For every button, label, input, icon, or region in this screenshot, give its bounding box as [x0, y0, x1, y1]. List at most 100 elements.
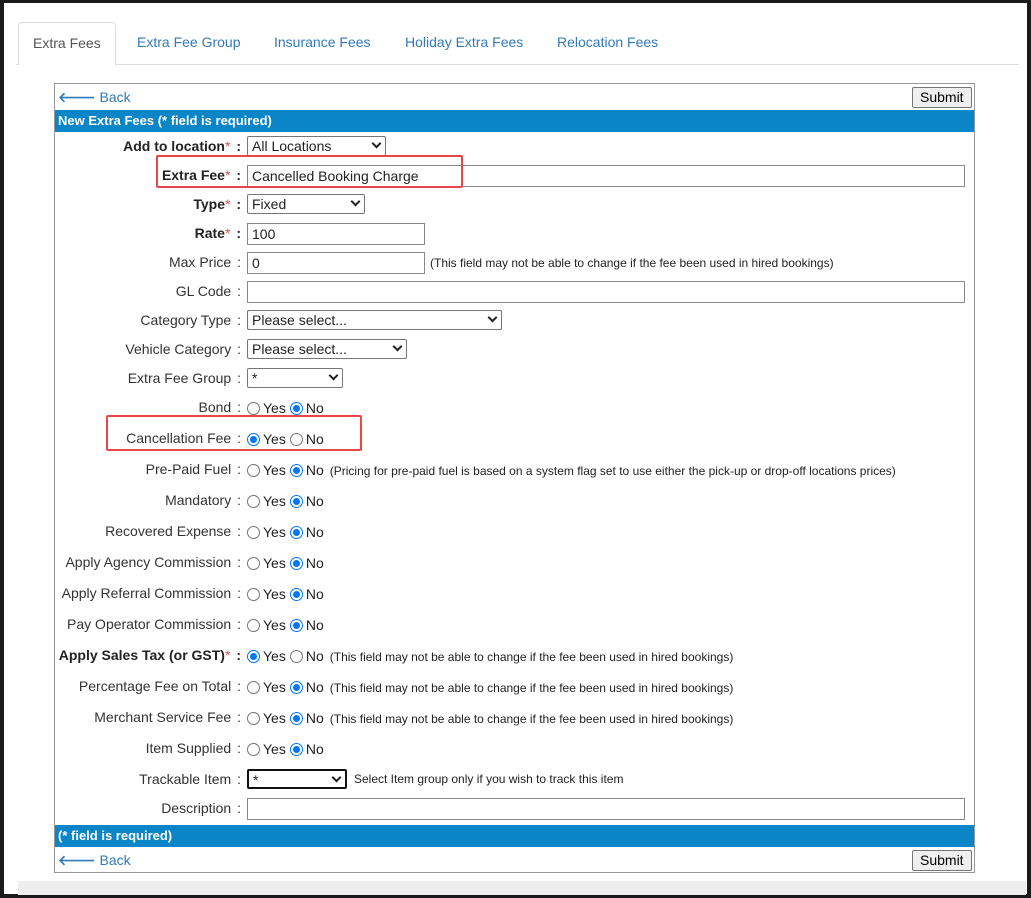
description-input[interactable] — [247, 798, 965, 820]
row-item-supplied: Item Supplied : Yes No — [55, 736, 974, 762]
apply-sales-tax-or-gst-no-radio[interactable] — [289, 650, 303, 663]
apply-sales-tax-or-gst-yes-radio[interactable] — [247, 650, 260, 663]
row-merchant-service-fee: Merchant Service Fee : Yes No (This field m… — [55, 705, 974, 731]
trackable-item-select[interactable]: * — [247, 769, 347, 789]
chevron-down-icon — [350, 196, 361, 207]
pre-paid-fuel-yes-radio[interactable] — [247, 464, 260, 477]
gl-code-input[interactable] — [247, 281, 965, 303]
row-rate: Rate* : — [55, 221, 974, 247]
row-apply-agency-commission: Apply Agency Commission : Yes No — [55, 550, 974, 576]
row-percentage-fee-on-total: Percentage Fee on Total : Yes No (This fiel… — [55, 674, 974, 700]
pre-paid-fuel-radio-group: Yes No (Pricing for pre-paid fuel is based… — [247, 462, 896, 478]
apply-agency-commission-yes-label: Yes — [263, 555, 286, 571]
item-supplied-label: Item Supplied : — [145, 740, 241, 756]
apply-referral-commission-yes-radio[interactable] — [247, 588, 260, 601]
tab-relocation-fees[interactable]: Relocation Fees — [553, 22, 662, 65]
chevron-down-icon — [328, 370, 339, 381]
row-pre-paid-fuel: Pre-Paid Fuel : Yes No (Pricing for pre-pai… — [55, 457, 974, 483]
tab-extra-fee-group[interactable]: Extra Fee Group — [133, 22, 245, 65]
apply-sales-tax-or-gst-note: (This field may not be able to change if… — [329, 650, 734, 664]
apply-agency-commission-no-radio[interactable] — [289, 557, 303, 570]
pre-paid-fuel-label: Pre-Paid Fuel : — [145, 461, 241, 477]
form-footer: (* field is required) — [55, 825, 974, 847]
pay-operator-commission-yes-radio[interactable] — [247, 619, 260, 632]
tab-extra-fees[interactable]: Extra Fees — [18, 22, 116, 66]
pre-paid-fuel-yes-label: Yes — [263, 462, 286, 478]
row-vehicle-category: Vehicle Category : Please select... — [55, 337, 974, 363]
highlight-cancellation-fee — [106, 415, 362, 451]
tab-insurance-fees[interactable]: Insurance Fees — [270, 22, 375, 65]
item-supplied-yes-radio[interactable] — [247, 743, 260, 756]
bond-yes-radio[interactable] — [247, 402, 260, 415]
percentage-fee-on-total-yes-label: Yes — [263, 679, 286, 695]
apply-sales-tax-or-gst-no-label: No — [305, 648, 324, 664]
max-price-note: (This field may not be able to change if… — [430, 256, 834, 270]
percentage-fee-on-total-note: (This field may not be able to change if… — [329, 681, 734, 695]
apply-referral-commission-no-radio[interactable] — [289, 588, 303, 601]
pay-operator-commission-no-radio[interactable] — [289, 619, 303, 632]
bottom-strip — [18, 881, 1026, 895]
gl-code-label: GL Code : — [175, 283, 241, 299]
recovered-expense-yes-radio[interactable] — [247, 526, 260, 539]
mandatory-no-radio[interactable] — [289, 495, 303, 508]
percentage-fee-on-total-no-radio[interactable] — [289, 681, 303, 694]
row-category-type: Category Type : Please select... — [55, 308, 974, 334]
row-recovered-expense: Recovered Expense : Yes No — [55, 519, 974, 545]
vehicle-category-select[interactable]: Please select... — [247, 339, 407, 359]
chevron-down-icon — [392, 341, 403, 352]
apply-agency-commission-label: Apply Agency Commission : — [65, 554, 241, 570]
apply-sales-tax-or-gst-yes-label: Yes — [263, 648, 286, 664]
arrow-left-icon: 🡐 — [58, 852, 96, 868]
trackable-item-note: Select Item group only if you wish to tr… — [354, 772, 624, 786]
percentage-fee-on-total-no-label: No — [305, 679, 324, 695]
max-price-input[interactable] — [247, 252, 425, 274]
item-supplied-no-radio[interactable] — [289, 743, 303, 756]
row-apply-referral-commission: Apply Referral Commission : Yes No — [55, 581, 974, 607]
mandatory-label: Mandatory : — [165, 492, 241, 508]
row-extra-fee-group: Extra Fee Group : * — [55, 366, 974, 392]
row-max-price: Max Price : (This field may not be able … — [55, 250, 974, 276]
apply-referral-commission-no-label: No — [305, 586, 324, 602]
back-link-top[interactable]: 🡐 Back — [58, 89, 131, 106]
pre-paid-fuel-no-label: No — [305, 462, 324, 478]
submit-button-top[interactable]: Submit — [912, 87, 972, 108]
chevron-down-icon — [371, 138, 382, 149]
row-gl-code: GL Code : — [55, 279, 974, 305]
apply-referral-commission-label: Apply Referral Commission : — [61, 585, 241, 601]
category-type-select[interactable]: Please select... — [247, 310, 502, 330]
merchant-service-fee-no-label: No — [305, 710, 324, 726]
type-label: Type* : — [193, 196, 241, 212]
back-link-bottom[interactable]: 🡐 Back — [58, 852, 131, 869]
row-apply-sales-tax-or-gst: Apply Sales Tax (or GST)* : Yes No (This fi… — [55, 643, 974, 669]
chevron-down-icon — [331, 772, 342, 783]
pre-paid-fuel-no-radio[interactable] — [289, 464, 303, 477]
extra-fee-group-select[interactable]: * — [247, 368, 343, 388]
max-price-label: Max Price : — [168, 254, 241, 270]
percentage-fee-on-total-label: Percentage Fee on Total : — [78, 678, 241, 694]
submit-button-bottom[interactable]: Submit — [912, 850, 972, 871]
description-label: Description : — [161, 800, 241, 816]
back-label: Back — [99, 89, 131, 105]
add-to-location-select[interactable]: All Locations — [247, 136, 386, 156]
mandatory-yes-label: Yes — [263, 493, 286, 509]
mandatory-yes-radio[interactable] — [247, 495, 260, 508]
apply-agency-commission-yes-radio[interactable] — [247, 557, 260, 570]
tab-holiday-extra-fees[interactable]: Holiday Extra Fees — [401, 22, 527, 65]
recovered-expense-no-radio[interactable] — [289, 526, 303, 539]
merchant-service-fee-no-radio[interactable] — [289, 712, 303, 725]
percentage-fee-on-total-yes-radio[interactable] — [247, 681, 260, 694]
type-select[interactable]: Fixed — [247, 194, 365, 214]
merchant-service-fee-yes-radio[interactable] — [247, 712, 260, 725]
merchant-service-fee-yes-label: Yes — [263, 710, 286, 726]
apply-sales-tax-or-gst-radio-group: Yes No (This field may not be able to chan… — [247, 648, 733, 664]
bond-radio-group: Yes No — [247, 400, 328, 416]
rate-input[interactable] — [247, 223, 425, 245]
recovered-expense-no-label: No — [305, 524, 324, 540]
pay-operator-commission-label: Pay Operator Commission : — [67, 616, 241, 632]
row-description: Description : — [55, 796, 974, 822]
bond-no-radio[interactable] — [289, 402, 303, 415]
merchant-service-fee-label: Merchant Service Fee : — [94, 709, 241, 725]
bond-label: Bond : — [198, 399, 241, 415]
percentage-fee-on-total-radio-group: Yes No (This field may not be able to chan… — [247, 679, 733, 695]
chevron-down-icon — [487, 312, 498, 323]
